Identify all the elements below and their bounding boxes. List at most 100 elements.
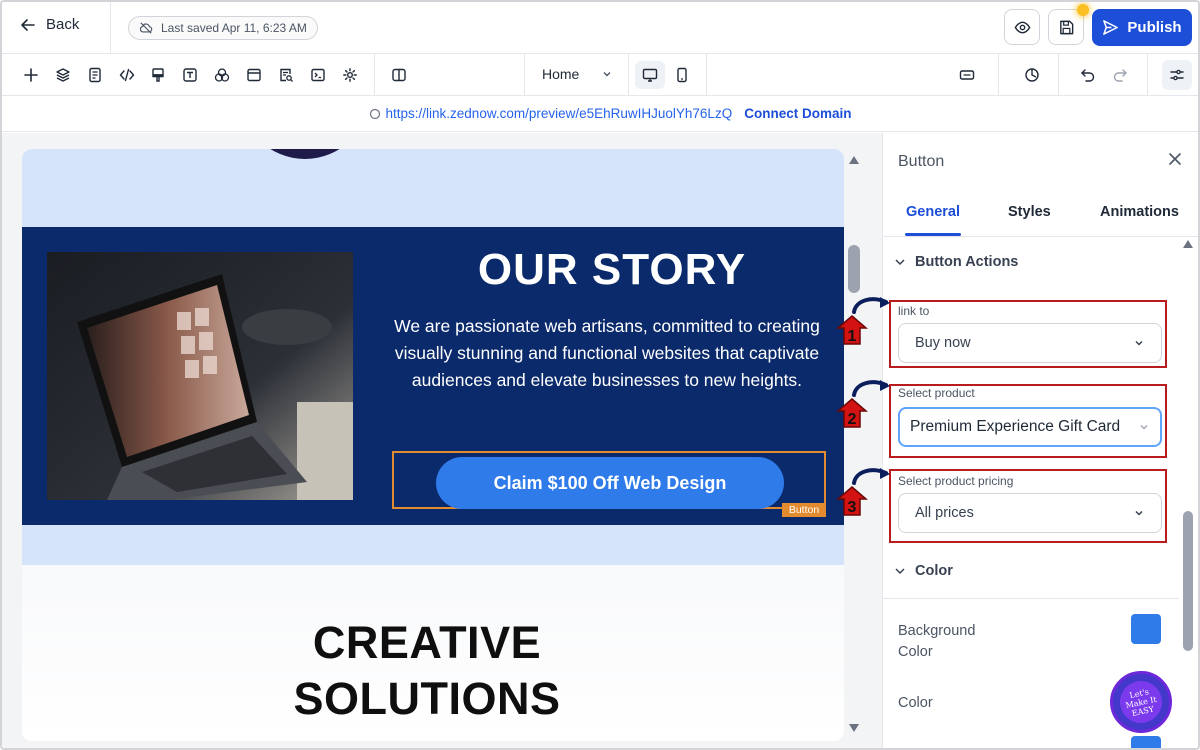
annotation-arrow-1: 1 <box>835 297 890 345</box>
plus-icon <box>24 68 38 82</box>
select-product-dropdown[interactable]: Premium Experience Gift Card <box>898 407 1162 447</box>
notification-dot <box>1077 4 1089 16</box>
divider <box>998 54 999 96</box>
annotation-arrow-2: 2 <box>835 380 890 428</box>
undo-button[interactable] <box>1078 65 1098 85</box>
our-story-section[interactable]: OUR STORY We are passionate web artisans… <box>22 227 844 525</box>
editor-toolbar: Home <box>2 54 1198 96</box>
keyboard-button[interactable] <box>957 65 977 85</box>
preview-url-text: https://link.zednow.com/preview/e5EhRuwI… <box>385 106 733 121</box>
close-icon[interactable] <box>1167 151 1183 167</box>
connect-domain-link[interactable]: Connect Domain <box>744 106 851 121</box>
cloud-off-icon <box>139 22 153 34</box>
sliders-icon <box>1170 69 1184 81</box>
story-title[interactable]: OUR STORY <box>392 245 832 295</box>
columns-icon <box>392 68 406 82</box>
brush-button[interactable] <box>148 65 168 85</box>
tab-styles[interactable]: Styles <box>1008 204 1051 220</box>
settings-button[interactable] <box>340 65 360 85</box>
link-to-label: link to <box>898 304 930 318</box>
annotation-number-1: 1 <box>848 328 857 345</box>
panel-scroll-thumb[interactable] <box>1183 511 1193 651</box>
desktop-view-button[interactable] <box>635 61 665 89</box>
section-button[interactable] <box>244 65 264 85</box>
claim-offer-button[interactable]: Claim $100 Off Web Design <box>436 457 784 509</box>
watermark-text: Let's Make It EASY <box>1116 677 1166 727</box>
terminal-button[interactable] <box>308 65 328 85</box>
text-button[interactable] <box>180 65 200 85</box>
link-to-select[interactable]: Buy now <box>898 323 1162 363</box>
select-pricing-dropdown[interactable]: All prices <box>898 493 1162 533</box>
creative-section[interactable]: CREATIVE SOLUTIONS <box>22 565 844 741</box>
top-bar: Back Last saved Apr 11, 6:23 AM Publish <box>2 2 1198 54</box>
document-icon <box>89 67 101 83</box>
divider <box>1058 54 1059 96</box>
background-color-swatch[interactable] <box>1131 614 1161 644</box>
laptop-image <box>47 252 353 500</box>
back-button[interactable]: Back <box>20 16 79 33</box>
paint-brush-icon <box>152 68 164 82</box>
divider <box>110 2 111 54</box>
redo-button[interactable] <box>1110 65 1130 85</box>
history-button[interactable] <box>1022 65 1042 85</box>
annotation-number-3: 3 <box>848 499 857 516</box>
divider <box>524 54 525 96</box>
publish-label: Publish <box>1127 19 1182 36</box>
divider <box>883 598 1179 599</box>
selected-element-tag: Button <box>782 503 826 517</box>
scroll-up-arrow-icon[interactable] <box>1182 239 1194 249</box>
publish-button[interactable]: Publish <box>1092 9 1192 46</box>
preview-url-bar: https://link.zednow.com/preview/e5EhRuwI… <box>2 96 1198 132</box>
arrow-left-icon <box>21 18 35 31</box>
undo-icon <box>1081 69 1095 82</box>
select-pricing-value: All prices <box>915 505 974 521</box>
laptop-photo[interactable] <box>47 252 353 500</box>
globe-circle-icon <box>369 108 380 119</box>
active-tab-indicator <box>905 233 961 236</box>
selected-element-outline: Claim $100 Off Web Design <box>392 451 826 509</box>
chevron-down-icon <box>603 72 611 77</box>
annotation-number-2: 2 <box>848 411 857 428</box>
chevron-down-icon <box>1135 510 1143 516</box>
properties-panel: Button General Styles Animations Button … <box>882 133 1198 748</box>
preview-button[interactable] <box>1004 9 1040 45</box>
select-product-value: Premium Experience Gift Card <box>910 418 1121 435</box>
scroll-down-arrow-icon[interactable] <box>848 723 860 733</box>
divider <box>628 54 629 96</box>
mobile-view-button[interactable] <box>667 61 697 89</box>
button-actions-header[interactable]: Button Actions <box>893 254 1018 270</box>
panel-scrollbar[interactable] <box>1181 239 1195 748</box>
layers-icon <box>56 68 70 82</box>
preview-url-link[interactable]: https://link.zednow.com/preview/e5EhRuwI… <box>369 106 733 121</box>
save-button[interactable] <box>1048 4 1089 45</box>
section-title: Color <box>915 563 953 579</box>
page-select[interactable]: Home <box>542 66 613 82</box>
code-button[interactable] <box>117 65 137 85</box>
save-icon <box>1059 20 1073 34</box>
desktop-icon <box>642 68 658 82</box>
color-swatch[interactable] <box>1131 736 1161 748</box>
creative-title[interactable]: CREATIVE SOLUTIONS <box>232 615 622 727</box>
back-label: Back <box>46 16 80 33</box>
last-saved-text: Last saved Apr 11, 6:23 AM <box>161 21 307 35</box>
tab-animations[interactable]: Animations <box>1100 204 1179 220</box>
layers-button[interactable] <box>53 65 73 85</box>
seo-button[interactable] <box>276 65 296 85</box>
mobile-icon <box>677 67 687 83</box>
page-select-value: Home <box>542 66 580 82</box>
pages-button[interactable] <box>85 65 105 85</box>
split-view-button[interactable] <box>389 65 409 85</box>
chevron-down-icon <box>895 259 905 266</box>
watermark-logo: Let's Make It EASY <box>1110 671 1172 733</box>
tab-general[interactable]: General <box>906 204 960 220</box>
canvas-scrollbar[interactable] <box>845 149 863 741</box>
color-section-header[interactable]: Color <box>893 563 953 579</box>
add-element-button[interactable] <box>21 65 41 85</box>
settings-panel-button[interactable] <box>1162 60 1192 90</box>
last-saved-badge: Last saved Apr 11, 6:23 AM <box>128 16 318 40</box>
scroll-up-arrow-icon[interactable] <box>848 155 860 165</box>
history-icon <box>1025 68 1039 82</box>
canvas-scroll-thumb[interactable] <box>848 245 860 293</box>
story-body[interactable]: We are passionate web artisans, committe… <box>392 313 822 394</box>
colors-button[interactable] <box>212 65 232 85</box>
